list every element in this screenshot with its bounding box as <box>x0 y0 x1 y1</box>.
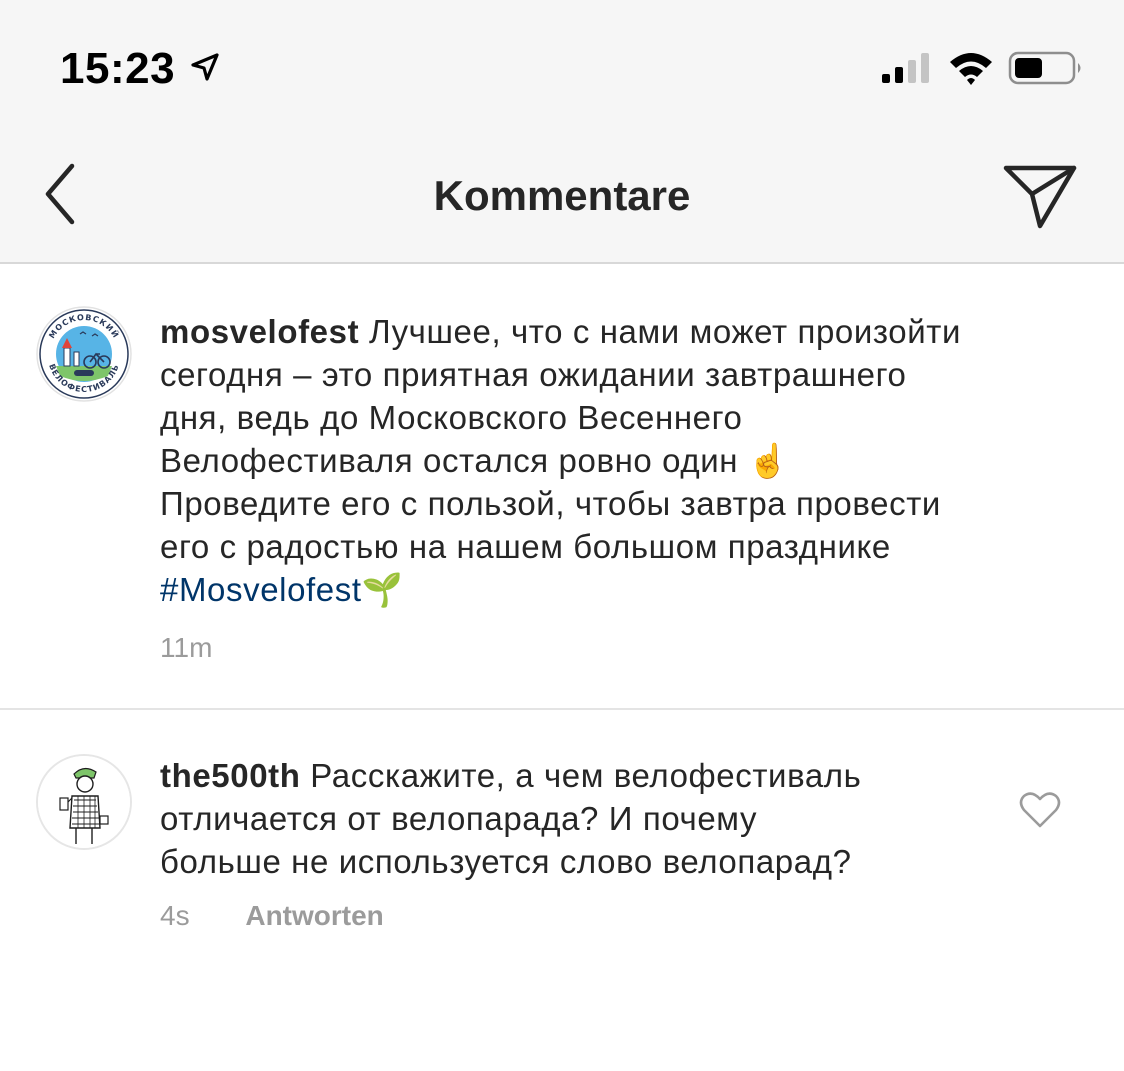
reply-button[interactable]: Antworten <box>245 900 383 931</box>
caption-line: его с радостью на нашем большом праздник… <box>160 528 891 565</box>
caption-line: Проведите его с пользой, чтобы завтра пр… <box>160 485 941 522</box>
cellular-signal-icon <box>882 53 929 83</box>
mosvelofest-logo: МОСКОВСКИЙ ВЕЛОФЕСТИВАЛЬ <box>36 306 132 402</box>
status-time: 15:23 <box>60 44 176 93</box>
reply-line: больше не используется слово велопарад? <box>160 843 852 880</box>
caption-line: Велофестиваля остался ровно один ☝️ <box>160 442 790 479</box>
user-avatar-illustration <box>38 756 130 848</box>
back-button[interactable] <box>36 158 86 230</box>
reply-line: отличается от велопарада? И почему <box>160 800 758 837</box>
page-title: Kommentare <box>433 172 691 219</box>
caption-text: mosvelofest Лучшее, что с нами может про… <box>160 310 1080 611</box>
reply-meta: 4s Antworten <box>160 900 384 932</box>
reply-comment: the500th Расскажите, а чем велофестиваль… <box>0 712 1124 1071</box>
caption-line: Лучшее, что с нами может произойти <box>368 313 961 350</box>
caption-meta: 11m <box>160 632 212 664</box>
caption-timestamp: 11m <box>160 632 213 663</box>
caption-comment: МОСКОВСКИЙ ВЕЛОФЕСТИВАЛЬ mosvelofest Луч… <box>0 264 1124 710</box>
caption-username[interactable]: mosvelofest <box>160 313 359 350</box>
avatar[interactable] <box>36 754 132 850</box>
like-button[interactable] <box>1018 790 1062 830</box>
caption-line: дня, ведь до Московского Весеннего <box>160 399 743 436</box>
battery-icon <box>1008 51 1081 85</box>
location-arrow-icon <box>191 53 219 81</box>
avatar[interactable]: МОСКОВСКИЙ ВЕЛОФЕСТИВАЛЬ <box>36 306 132 402</box>
reply-timestamp: 4s <box>160 900 190 931</box>
wifi-icon <box>950 53 992 85</box>
heart-outline-icon <box>1019 792 1061 828</box>
caption-line: сегодня – это приятная ожидании завтрашн… <box>160 356 907 393</box>
top-bar: 15:23 Kommentare <box>0 0 1124 264</box>
reply-text: the500th Расскажите, а чем велофестиваль… <box>160 754 980 883</box>
seedling-emoji: 🌱 <box>361 571 404 608</box>
paper-plane-icon <box>1003 165 1077 229</box>
hashtag-link[interactable]: #Mosvelofest <box>160 571 362 608</box>
share-button[interactable] <box>1000 160 1080 232</box>
reply-username[interactable]: the500th <box>160 757 301 794</box>
reply-line: Расскажите, а чем велофестиваль <box>310 757 862 794</box>
